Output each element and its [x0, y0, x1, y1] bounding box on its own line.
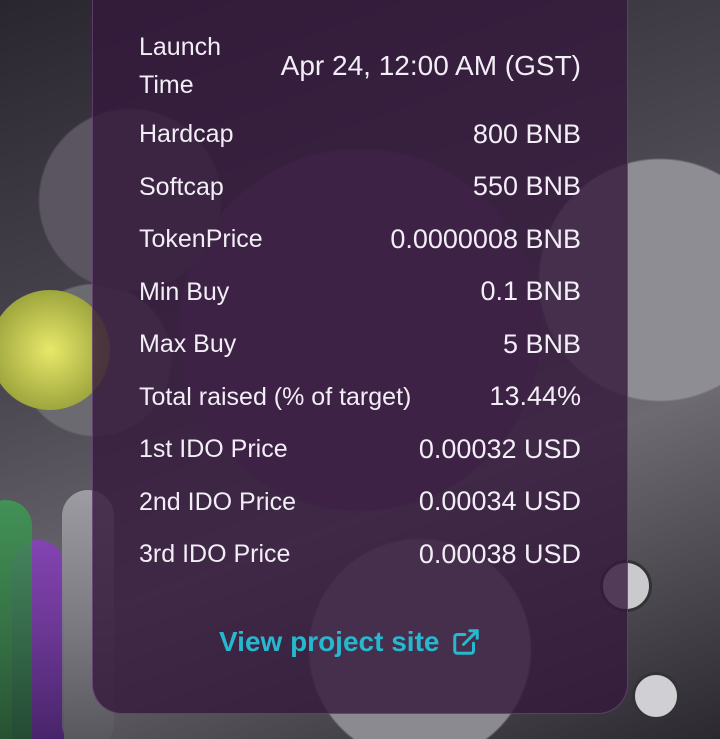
detail-label: Softcap: [139, 172, 224, 201]
background-button: [632, 672, 680, 720]
detail-label: 3rd IDO Price: [139, 540, 291, 569]
background-artwork: Launch Time Apr 24, 12:00 AM (GST) Hardc…: [0, 0, 720, 739]
detail-row-softcap: Softcap 550 BNB: [139, 161, 581, 214]
external-link-icon: [451, 627, 481, 657]
detail-row-2nd-ido-price: 2nd IDO Price 0.00034 USD: [139, 476, 581, 529]
detail-label: 1st IDO Price: [139, 435, 288, 464]
detail-value: 13.44%: [489, 381, 581, 412]
detail-label: TokenPrice: [139, 225, 263, 254]
detail-row-total-raised: Total raised (% of target) 13.44%: [139, 371, 581, 424]
detail-row-launch-time: Launch Time Apr 24, 12:00 AM (GST): [139, 28, 581, 104]
detail-row-hardcap: Hardcap 800 BNB: [139, 108, 581, 161]
detail-value: 800 BNB: [472, 118, 581, 149]
detail-value: 550 BNB: [472, 171, 581, 202]
detail-row-max-buy: Max Buy 5 BNB: [139, 318, 581, 371]
detail-row-1st-ido-price: 1st IDO Price 0.00032 USD: [139, 423, 581, 476]
detail-label: Total raised (% of target): [139, 382, 412, 411]
detail-value: 5 BNB: [502, 328, 581, 359]
detail-row-token-price: TokenPrice 0.0000008 BNB: [139, 213, 581, 266]
detail-value: 0.1 BNB: [480, 276, 581, 307]
detail-value: 0.00032 USD: [418, 433, 581, 464]
detail-row-3rd-ido-price: 3rd IDO Price 0.00038 USD: [139, 528, 581, 581]
view-project-site-link[interactable]: View project site: [219, 626, 481, 658]
detail-label: Hardcap: [139, 120, 234, 149]
detail-label: Max Buy: [139, 330, 237, 359]
detail-label: 2nd IDO Price: [139, 487, 297, 516]
detail-value: Apr 24, 12:00 AM (GST): [280, 50, 581, 81]
detail-value: 0.00034 USD: [418, 486, 581, 517]
ido-details-list: Launch Time Apr 24, 12:00 AM (GST) Hardc…: [139, 28, 581, 581]
detail-value: 0.0000008 BNB: [390, 223, 581, 254]
detail-label: Min Buy: [139, 277, 230, 306]
detail-value: 0.00038 USD: [418, 538, 581, 569]
view-project-site-label: View project site: [219, 626, 440, 657]
detail-row-min-buy: Min Buy 0.1 BNB: [139, 266, 581, 319]
background-tube-green: [0, 500, 32, 739]
detail-label: Launch Time: [139, 33, 222, 99]
